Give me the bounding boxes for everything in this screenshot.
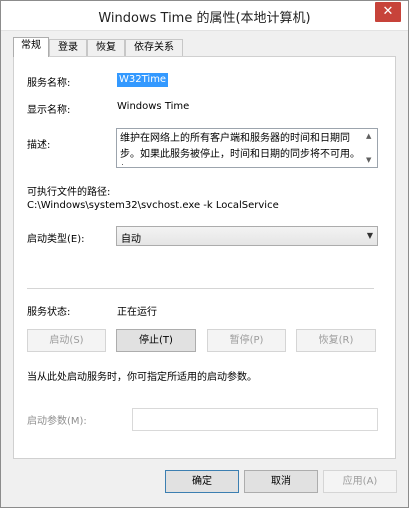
start-params-hint: 当从此处启动服务时，你可指定所适用的启动参数。 [27,372,257,383]
description-label: 描述: [27,140,51,151]
description-field[interactable]: 维护在网络上的所有客户端和服务器的时间和日期同步。如果此服务被停止，时间和日期的… [116,128,378,168]
tab-general[interactable]: 常规 [13,37,49,57]
general-panel: 服务名称: W32Time 显示名称: Windows Time 描述: 维护在… [13,56,396,459]
properties-dialog: Windows Time 的属性(本地计算机) ✕ 常规 登录 恢复 依存关系 … [0,0,409,508]
close-button[interactable]: ✕ [375,2,401,22]
startup-type-select[interactable]: 自动 ▼ [116,226,378,246]
stop-button[interactable]: 停止(T) [116,329,196,352]
description-value: 维护在网络上的所有客户端和服务器的时间和日期同步。如果此服务被停止，时间和日期的… [120,133,360,160]
start-params-label: 启动参数(M): [27,416,87,427]
exe-path-value[interactable]: C:\Windows\system32\svchost.exe -k Local… [27,200,279,211]
display-name-label: 显示名称: [27,105,71,116]
tab-dependencies[interactable]: 依存关系 [125,39,183,56]
apply-button[interactable]: 应用(A) [323,470,397,493]
service-status-label: 服务状态: [27,307,71,318]
description-scrollbar[interactable]: ▲ ▼ [363,129,377,167]
scroll-down-icon[interactable]: ▼ [366,156,371,164]
service-status-value: 正在运行 [117,307,157,318]
pause-button[interactable]: 暂停(P) [207,329,286,352]
window-title: Windows Time 的属性(本地计算机) [98,11,311,26]
divider [27,288,374,289]
service-name-label: 服务名称: [27,78,71,89]
start-params-input[interactable] [132,408,378,431]
service-name-value[interactable]: W32Time [117,73,169,87]
scroll-up-icon[interactable]: ▲ [366,132,371,140]
cancel-button[interactable]: 取消 [244,470,318,493]
chevron-down-icon: ▼ [366,231,373,240]
startup-type-value: 自动 [121,234,141,245]
display-name-value[interactable]: Windows Time [117,101,189,112]
startup-type-label: 启动类型(E): [27,234,85,245]
tab-recovery[interactable]: 恢复 [87,39,125,56]
start-button[interactable]: 启动(S) [27,329,106,352]
resume-button[interactable]: 恢复(R) [296,329,376,352]
exe-path-label: 可执行文件的路径: [27,187,111,198]
title-bar: Windows Time 的属性(本地计算机) ✕ [1,1,408,31]
ok-button[interactable]: 确定 [165,470,239,493]
tab-logon[interactable]: 登录 [49,39,87,56]
